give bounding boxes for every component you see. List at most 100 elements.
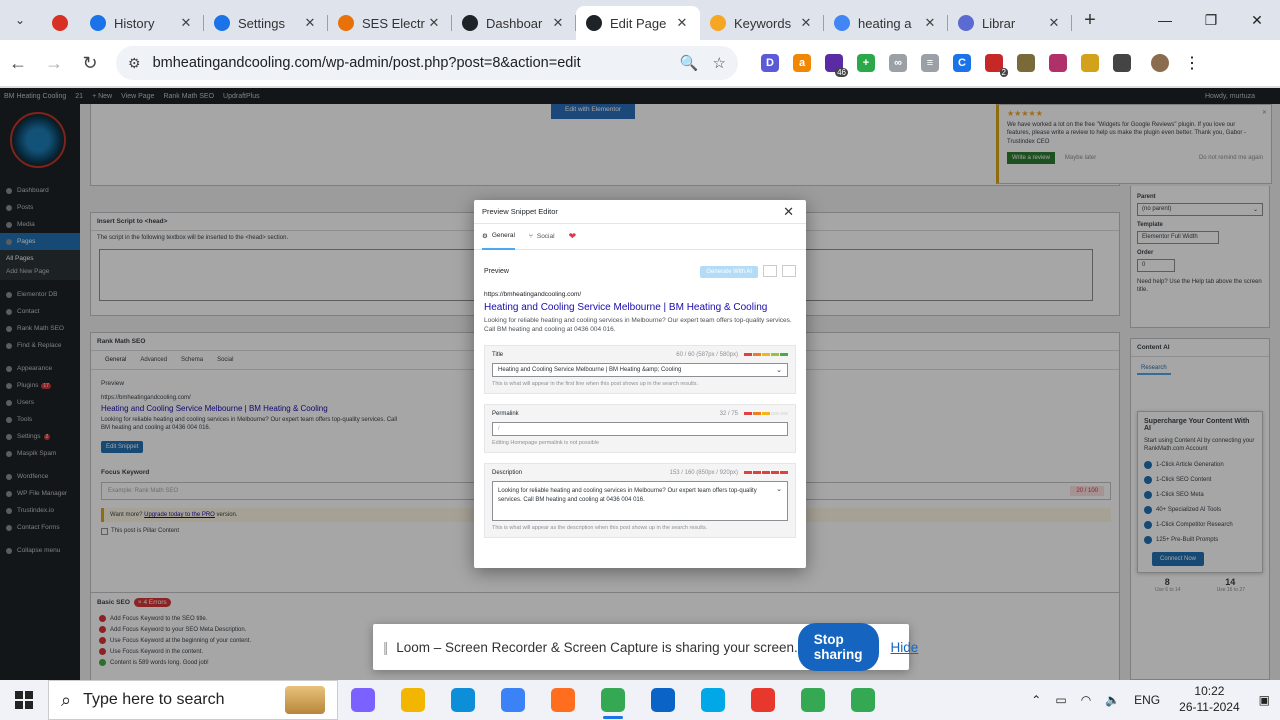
ext-folder-icon[interactable] — [1010, 47, 1042, 79]
back-button[interactable]: ← — [0, 53, 36, 74]
notifications-icon[interactable]: ▣ — [1259, 693, 1270, 707]
wifi-icon[interactable]: ◠ — [1081, 693, 1091, 707]
browser-tab[interactable]: History ✕ — [80, 6, 204, 40]
edge-icon[interactable] — [438, 680, 488, 720]
language-indicator[interactable]: ENG — [1134, 693, 1160, 707]
ext-robot-icon[interactable] — [1042, 47, 1074, 79]
clock[interactable]: 10:22 26-11-2024 — [1179, 684, 1240, 715]
skype-icon[interactable] — [688, 680, 738, 720]
chrome-profile-icon[interactable] — [788, 680, 838, 720]
desktop-preview-icon[interactable] — [763, 265, 778, 277]
forward-button[interactable]: → — [36, 53, 72, 74]
windows-taskbar: ⌕ Type here to search ⌃ ▭ ◠ 🔈 ENG 10:22 … — [0, 680, 1280, 720]
tab-close-icon[interactable]: ✕ — [426, 15, 442, 31]
clock-date: 26-11-2024 — [1179, 700, 1240, 714]
browser-tab[interactable]: Dashboar ✕ — [452, 6, 576, 40]
close-window-button[interactable]: ✕ — [1234, 0, 1280, 40]
browser-menu-icon[interactable]: ⋮ — [1176, 47, 1208, 79]
chevron-down-icon[interactable]: ⌄ — [776, 485, 782, 495]
copilot-icon[interactable] — [338, 680, 388, 720]
ext-bar-icon[interactable]: ≡ — [914, 47, 946, 79]
description-hint: This is what will appear as the descript… — [492, 524, 708, 531]
ses-icon — [338, 15, 354, 31]
hide-link[interactable]: Hide — [891, 640, 919, 655]
title-length-meta: 60 / 60 (587px / 580px) — [676, 351, 738, 358]
tab-search-chevron-icon[interactable]: ⌄ — [0, 0, 40, 40]
outlook-icon[interactable] — [638, 680, 688, 720]
ext-amazon-icon[interactable]: a — [786, 47, 818, 79]
minimize-button[interactable]: — — [1142, 0, 1188, 40]
chrome-icon[interactable] — [588, 680, 638, 720]
browser-tab[interactable]: Settings ✕ — [204, 6, 328, 40]
tab-close-icon[interactable]: ✕ — [178, 15, 194, 31]
close-icon[interactable]: ✕ — [783, 204, 794, 220]
profile-avatar[interactable] — [1144, 47, 1176, 79]
stop-sharing-button[interactable]: Stop sharing — [797, 623, 879, 671]
site-info-icon[interactable]: ⚙ — [128, 55, 141, 72]
browser-tab[interactable]: Edit Page ✕ — [576, 6, 700, 40]
tab-close-icon[interactable]: ✕ — [302, 15, 318, 31]
chevron-down-icon[interactable]: ⌄ — [776, 366, 782, 374]
cloud-icon[interactable] — [488, 680, 538, 720]
ext-link-icon[interactable]: ∞ — [882, 47, 914, 79]
tab-close-icon[interactable]: ✕ — [674, 15, 690, 31]
wps-icon[interactable] — [738, 680, 788, 720]
browser-tab[interactable]: Librar ✕ — [948, 6, 1072, 40]
tab-close-icon[interactable]: ✕ — [922, 15, 938, 31]
title-input-value: Heating and Cooling Service Melbourne | … — [498, 366, 682, 373]
ext-note-icon[interactable] — [1074, 47, 1106, 79]
ext-note-icon-glyph — [1081, 54, 1099, 72]
ext-c-icon-glyph: C — [953, 54, 971, 72]
firefox-icon[interactable] — [538, 680, 588, 720]
description-field-box: Description 153 / 160 (850px / 920px) Lo… — [484, 462, 796, 538]
address-bar[interactable]: ⚙ bmheatingandcooling.com/wp-admin/post.… — [116, 46, 738, 80]
file-explorer-icon[interactable] — [388, 680, 438, 720]
tab-general[interactable]: ⚙ General — [482, 224, 515, 250]
browser-toolbar: ← → ↻ ⚙ bmheatingandcooling.com/wp-admin… — [0, 40, 1280, 86]
tab-social[interactable]: ⑂ Social — [529, 224, 555, 250]
tab-close-icon[interactable]: ✕ — [550, 15, 566, 31]
ext-grid-icon[interactable]: 2 — [978, 47, 1010, 79]
title-input[interactable]: Heating and Cooling Service Melbourne | … — [492, 362, 788, 377]
tab-title: SES Electr — [362, 15, 425, 31]
heart-icon[interactable]: ❤ — [569, 224, 577, 250]
ext-folder-icon-glyph — [1017, 54, 1035, 72]
permalink-input[interactable]: / — [492, 421, 788, 436]
reload-button[interactable]: ↻ — [72, 53, 108, 74]
gear-icon: ⚙ — [482, 232, 488, 240]
tab-close-icon[interactable]: ✕ — [1046, 15, 1062, 31]
permalink-length-bar — [743, 412, 788, 416]
tray-chevron-up-icon[interactable]: ⌃ — [1031, 693, 1041, 707]
ext-plus-icon[interactable]: + — [850, 47, 882, 79]
browser-tab[interactable]: Keywords ✕ — [700, 6, 824, 40]
volume-icon[interactable]: 🔈 — [1105, 693, 1120, 707]
modal-title: Preview Snippet Editor — [482, 207, 558, 216]
browser-tab[interactable]: SES Electr ✕ — [328, 6, 452, 40]
description-textarea[interactable]: Looking for reliable heating and cooling… — [492, 480, 788, 521]
ext-puzzle-icon[interactable] — [1106, 47, 1138, 79]
ext-d-icon[interactable]: D — [754, 47, 786, 79]
tab-close-icon[interactable]: ✕ — [798, 15, 814, 31]
modal-tabs: ⚙ General ⑂ Social ❤ — [474, 224, 806, 250]
chrome-profile2-icon[interactable] — [838, 680, 888, 720]
browser-tab[interactable] — [40, 6, 80, 40]
new-tab-button[interactable]: + — [1072, 9, 1108, 32]
browser-tab[interactable]: heating a ✕ — [824, 6, 948, 40]
windows-start-button[interactable] — [0, 680, 48, 720]
ext-c-icon[interactable]: C — [946, 47, 978, 79]
title-hint: This is what will appear in the first li… — [492, 380, 699, 387]
taskbar-search-box[interactable]: ⌕ Type here to search — [48, 680, 338, 720]
search-highlight-icon[interactable] — [285, 686, 325, 714]
description-length-meta: 153 / 160 (850px / 920px) — [669, 469, 738, 476]
restore-button[interactable]: ❐ — [1188, 0, 1234, 40]
mobile-preview-icon[interactable] — [782, 265, 796, 277]
bookmark-star-icon[interactable]: ☆ — [713, 54, 726, 72]
ext-hat-icon[interactable]: 46 — [818, 47, 850, 79]
battery-icon[interactable]: ▭ — [1055, 693, 1066, 707]
drag-handle-icon[interactable]: || — [383, 639, 388, 655]
url-text[interactable]: bmheatingandcooling.com/wp-admin/post.ph… — [153, 55, 666, 71]
generate-with-ai-button[interactable]: Generate With AI — [700, 265, 759, 278]
zoom-icon[interactable]: 🔍 — [680, 54, 699, 72]
ext-d-icon-glyph: D — [761, 54, 779, 72]
google-icon — [834, 15, 850, 31]
